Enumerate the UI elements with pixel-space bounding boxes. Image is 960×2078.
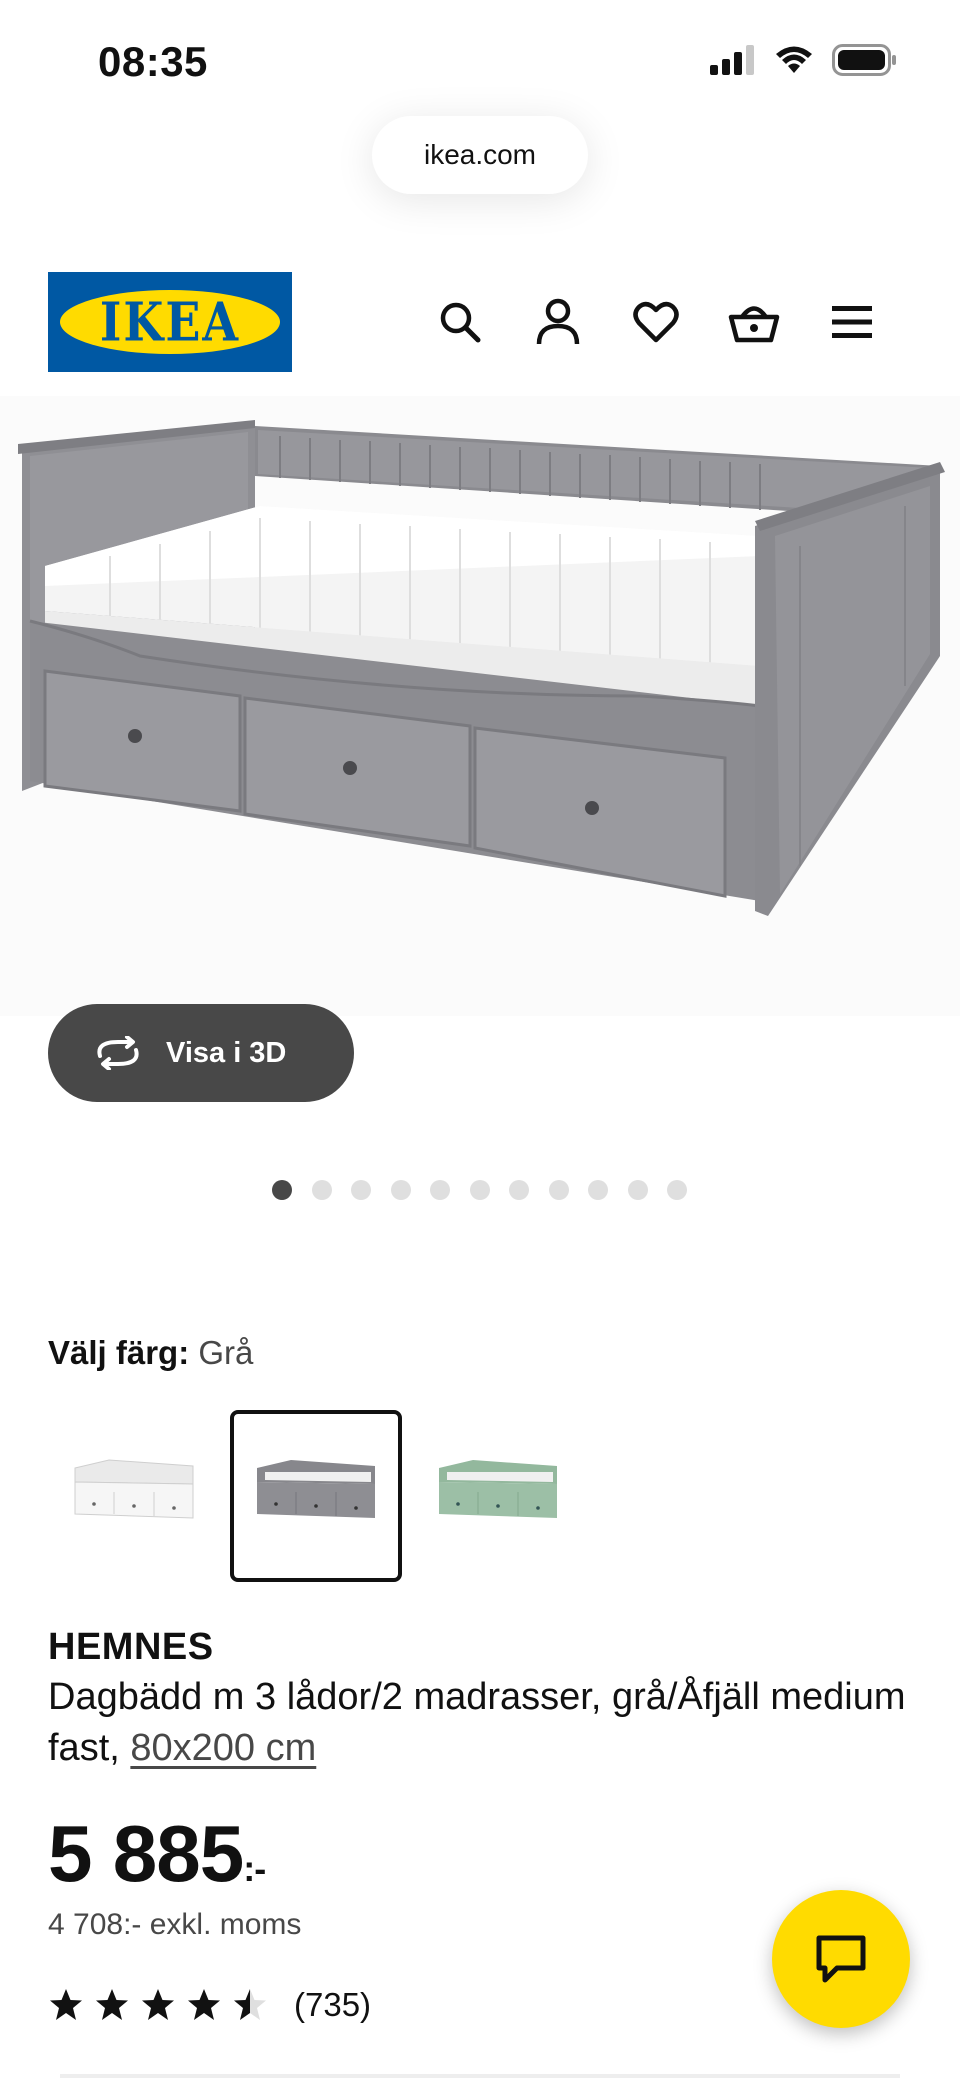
heart-icon[interactable] — [628, 294, 684, 350]
status-icons — [710, 44, 898, 76]
chat-icon — [816, 1935, 866, 1983]
product-description: Dagbädd m 3 lådor/2 madrasser, grå/Åfjäl… — [48, 1672, 908, 1774]
site-header: IKEA — [0, 272, 960, 374]
star-icon — [142, 1989, 174, 2020]
product-price: 5 885:- — [48, 1808, 266, 1900]
chat-button[interactable] — [772, 1890, 910, 2028]
divider — [60, 2074, 900, 2078]
daybed-image — [18, 420, 945, 916]
gallery-dot[interactable] — [351, 1180, 371, 1200]
gallery-dot[interactable] — [627, 1180, 648, 1200]
color-label-text: Välj färg: — [48, 1334, 190, 1371]
url-text: ikea.com — [423, 139, 537, 170]
view-in-3d-label: Visa i 3D — [166, 1036, 287, 1069]
account-icon[interactable] — [530, 294, 586, 350]
wifi-icon — [776, 46, 812, 73]
color-picker-label: Välj färg: Grå — [48, 1334, 253, 1372]
price-value: 5 885 — [48, 1809, 244, 1898]
selected-color-name: Grå — [198, 1334, 254, 1371]
rating-count: (735) — [294, 1986, 372, 2023]
search-icon[interactable] — [432, 294, 488, 350]
status-bar: 08:35 — [0, 0, 960, 110]
logo-oval: IKEA — [60, 290, 280, 354]
gallery-dot[interactable] — [548, 1180, 569, 1200]
gallery-dot[interactable] — [469, 1180, 490, 1200]
view-in-3d-button[interactable]: Visa i 3D — [48, 1004, 354, 1102]
star-icon — [50, 1989, 82, 2020]
product-brand: HEMNES — [48, 1626, 214, 1668]
swatch-green[interactable] — [412, 1410, 584, 1582]
logo-text: IKEA — [99, 290, 241, 354]
product-size-link[interactable]: 80x200 cm — [130, 1727, 316, 1769]
gallery-dot[interactable] — [272, 1180, 292, 1200]
swatch-grey-image — [257, 1460, 375, 1518]
swatch-grey[interactable] — [230, 1410, 402, 1582]
product-image[interactable] — [0, 396, 960, 1016]
rotate-3d-icon — [97, 1036, 139, 1070]
star-icon — [96, 1989, 128, 2020]
status-time: 08:35 — [98, 38, 208, 85]
battery-icon — [832, 44, 896, 76]
gallery-dot[interactable] — [667, 1180, 687, 1200]
header-nav — [432, 294, 880, 350]
gallery-dot[interactable] — [509, 1180, 529, 1200]
price-excluding-vat: 4 708:- exkl. moms — [48, 1908, 302, 1941]
gallery-dot[interactable] — [588, 1180, 608, 1200]
gallery-dot[interactable] — [311, 1180, 332, 1200]
basket-icon[interactable] — [726, 294, 782, 350]
browser-url-bar[interactable]: ikea.com — [372, 116, 588, 194]
product-rating[interactable]: (735) — [48, 1986, 371, 2024]
swatch-green-image — [439, 1460, 557, 1518]
gallery-dot[interactable] — [430, 1180, 450, 1200]
gallery-pagination — [272, 1180, 687, 1200]
menu-icon[interactable] — [824, 294, 880, 350]
star-icon — [188, 1989, 220, 2020]
ikea-logo[interactable]: IKEA — [48, 272, 292, 372]
swatch-white-image — [74, 1459, 194, 1519]
cellular-signal-icon — [710, 45, 754, 75]
gallery-dot[interactable] — [390, 1180, 411, 1200]
swatch-white[interactable] — [48, 1410, 220, 1582]
color-swatches — [48, 1410, 584, 1582]
price-suffix: :- — [243, 1848, 266, 1889]
half-star-icon — [234, 1989, 266, 2020]
